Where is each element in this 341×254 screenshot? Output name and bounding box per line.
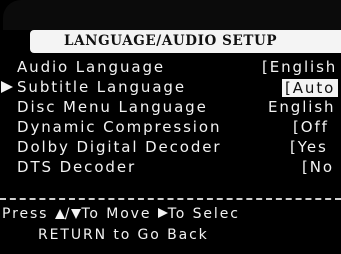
menu-item-value: English (268, 98, 336, 116)
menu-item-disc-menu-language[interactable]: Disc Menu Language English (0, 98, 341, 118)
triangle-down-icon (71, 209, 82, 219)
top-bar (3, 0, 341, 30)
help-move: To Move (81, 206, 158, 222)
triangle-right-icon (157, 208, 168, 218)
osd-screen: LANGUAGE/AUDIO SETUP Audio Language [Eng… (0, 0, 341, 254)
triangle-up-icon (54, 209, 65, 219)
divider (0, 198, 341, 200)
menu-item-value: [Off (293, 118, 329, 136)
help-line-return: RETURN to Go Back (38, 227, 341, 243)
help-return: RETURN to Go Back (38, 227, 209, 243)
menu-item-value-selected: [Auto (282, 79, 339, 97)
menu-item-audio-language[interactable]: Audio Language [English (0, 58, 341, 78)
menu-item-value: [English (262, 58, 338, 76)
menu-item-dynamic-compression[interactable]: Dynamic Compression [Off (0, 118, 341, 138)
help-prefix: Press (2, 206, 55, 222)
menu-title: LANGUAGE/AUDIO SETUP (64, 33, 278, 49)
menu-item-label: Disc Menu Language (17, 98, 208, 116)
menu-item-subtitle-language[interactable]: Subtitle Language [Auto (0, 78, 341, 98)
help-slash: / (64, 206, 72, 222)
menu-item-label: Dolby Digital Decoder (17, 138, 222, 156)
menu-item-value: [No (302, 158, 334, 176)
menu-item-dolby-digital-decoder[interactable]: Dolby Digital Decoder [Yes (0, 138, 341, 158)
menu-item-label: Dynamic Compression (17, 118, 222, 136)
menu-item-dts-decoder[interactable]: DTS Decoder [No (0, 158, 341, 178)
menu-item-value: [Yes (290, 138, 328, 156)
play-triangle-icon (1, 81, 13, 93)
menu-item-label: DTS Decoder (17, 158, 137, 176)
menu-item-label: Audio Language (17, 58, 166, 76)
help-line-navigation: Press / To Move To Selec (2, 206, 341, 222)
menu-item-label: Subtitle Language (17, 78, 186, 96)
help-select: To Selec (167, 206, 240, 222)
